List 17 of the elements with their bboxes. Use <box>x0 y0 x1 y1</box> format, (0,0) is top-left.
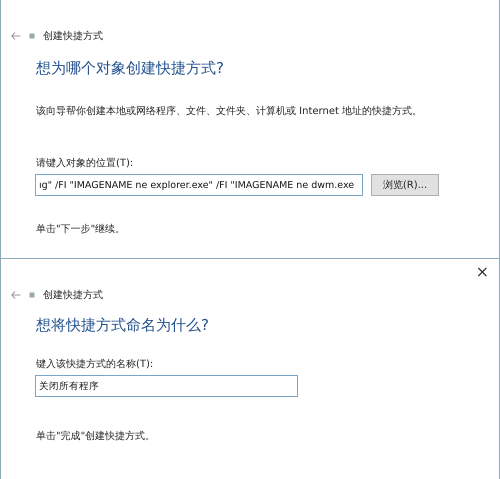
field-label: 键入该快捷方式的名称(T): <box>35 358 154 371</box>
shortcut-icon <box>29 33 35 39</box>
close-button[interactable]: × <box>476 264 489 280</box>
field-label: 请键入对象的位置(T): <box>35 156 134 170</box>
input-field[interactable]: 关闭所有程序 <box>35 375 298 397</box>
description-text: 该向导帮你创建本地或网络程序、文件、文件夹、计算机或 Internet 地址的快捷方式。 <box>35 104 424 118</box>
instruction-text: 单击"下一步"继续。 <box>35 222 126 236</box>
wizard-title: 创建快捷方式 <box>43 30 103 43</box>
back-arrow-icon[interactable] <box>11 32 21 40</box>
shortcut-icon <box>29 292 35 298</box>
wizard-heading: 想为哪个对象创建快捷方式? <box>35 59 225 78</box>
wizard-heading: 想将快捷方式命名为什么? <box>35 316 210 335</box>
browse-button[interactable]: 浏览(R)... <box>371 174 439 196</box>
input-field[interactable]: ıg" /FI "IMAGENAME ne explorer.exe" /FI "IMAGENAME ne dwm.exe <box>35 174 363 196</box>
wizard-title: 创建快捷方式 <box>43 288 103 302</box>
instruction-text: 单击"完成"创建快捷方式。 <box>35 430 156 443</box>
back-arrow-icon[interactable] <box>11 291 21 299</box>
